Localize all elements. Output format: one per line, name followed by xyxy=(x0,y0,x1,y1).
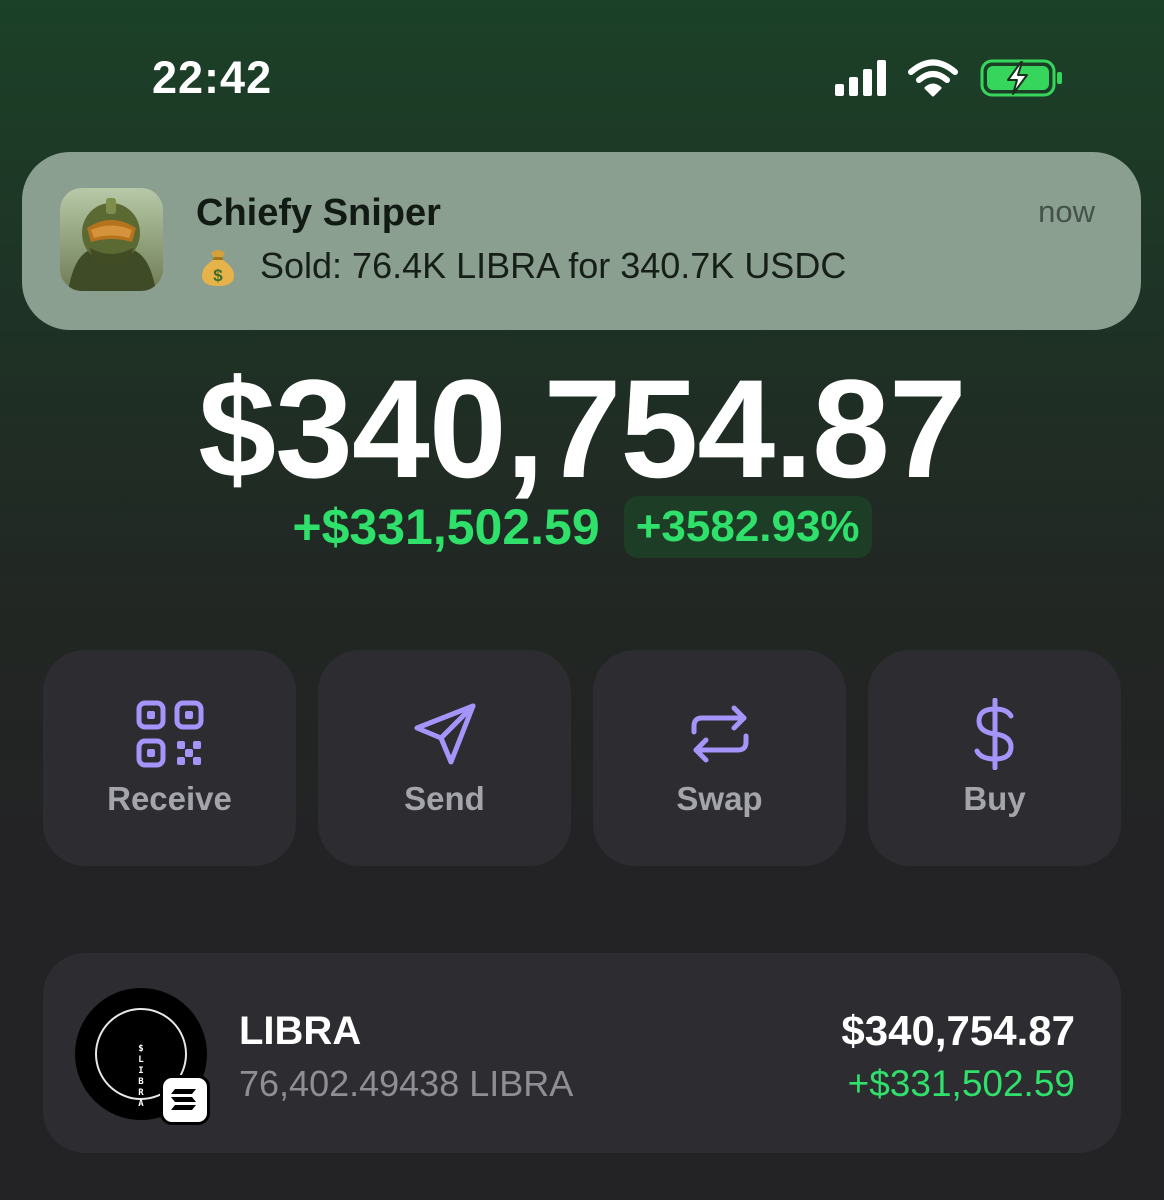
token-name: LIBRA xyxy=(239,1009,362,1053)
balance-change-amount: +$331,502.59 xyxy=(292,499,600,555)
svg-text:$: $ xyxy=(213,266,223,285)
send-label: Send xyxy=(404,780,485,817)
token-change: +$331,502.59 xyxy=(847,1063,1075,1104)
notification-banner[interactable]: Chiefy Sniper $ Sold: 76.4K LIBRA for 34… xyxy=(22,152,1141,330)
action-buttons: Receive Send Swap Buy xyxy=(43,650,1121,866)
balance-change-row: +$331,502.59 +3582.93% xyxy=(0,496,1164,558)
wifi-icon xyxy=(908,59,958,97)
buy-label: Buy xyxy=(963,780,1026,817)
balance-change-percent: +3582.93% xyxy=(623,496,872,558)
receive-label: Receive xyxy=(107,780,232,817)
dollar-icon xyxy=(974,698,1014,770)
status-icons xyxy=(835,58,1064,98)
swap-label: Swap xyxy=(676,780,763,817)
total-balance: $340,754.87 xyxy=(198,350,967,507)
status-time: 22:42 xyxy=(152,52,273,103)
qr-code-icon xyxy=(136,700,203,768)
buy-button[interactable]: Buy xyxy=(868,650,1121,866)
notification-body: $ Sold: 76.4K LIBRA for 340.7K USDC xyxy=(196,244,846,288)
notification-message: Sold: 76.4K LIBRA for 340.7K USDC xyxy=(260,245,847,286)
money-bag-icon: $ xyxy=(201,250,235,286)
swap-icon xyxy=(691,705,748,763)
battery-charging-icon xyxy=(980,59,1062,97)
send-icon xyxy=(414,703,475,765)
chiefy-sniper-app-icon xyxy=(60,188,163,291)
token-amount: 76,402.49438 LIBRA xyxy=(239,1063,574,1104)
token-value: $340,754.87 xyxy=(841,1007,1075,1054)
notification-time: now xyxy=(1038,194,1095,229)
swap-button[interactable]: Swap xyxy=(593,650,846,866)
cellular-signal-icon xyxy=(835,60,886,96)
send-button[interactable]: Send xyxy=(318,650,571,866)
token-row-libra[interactable]: $ L I B R A LIBRA 76,402.49438 LIBRA $34… xyxy=(43,953,1121,1153)
receive-button[interactable]: Receive xyxy=(43,650,296,866)
notification-title: Chiefy Sniper xyxy=(196,192,441,234)
solana-icon xyxy=(160,1075,210,1125)
